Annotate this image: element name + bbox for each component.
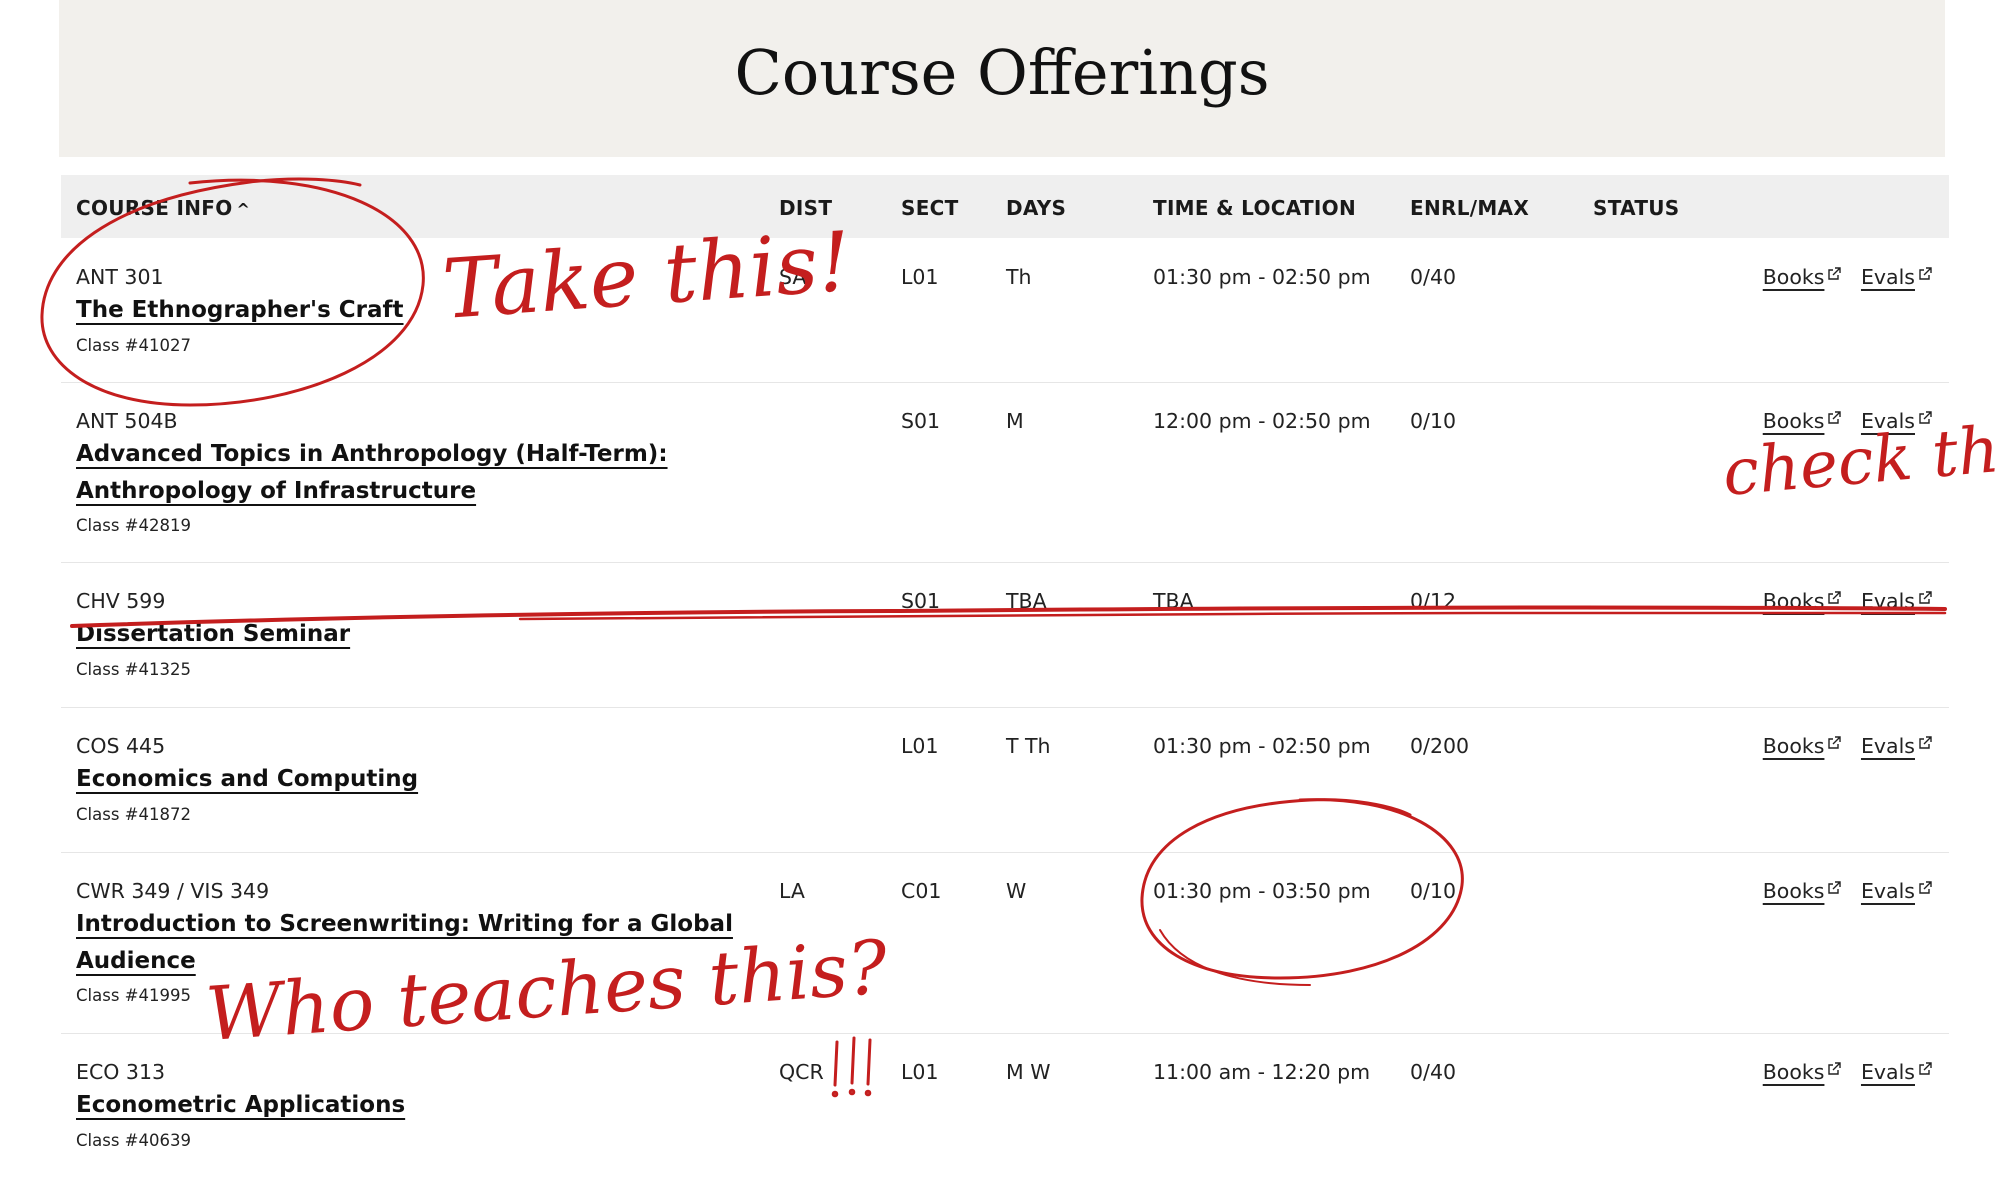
course-title-link[interactable]: Dissertation Seminar (76, 616, 756, 653)
course-code: COS 445 (76, 734, 166, 758)
table-row: CHV 599 Dissertation Seminar Class #4132… (61, 562, 1949, 708)
dist-cell: SA (779, 265, 807, 289)
course-code: ANT 301 (76, 265, 164, 289)
enrl-cell: 0/12 (1410, 589, 1457, 613)
days-cell: TBA (1006, 589, 1047, 613)
sect-cell: L01 (901, 734, 939, 758)
evals-link[interactable]: Evals (1861, 1060, 1933, 1084)
row-links: Books Evals (1751, 409, 1933, 433)
course-code: CHV 599 (76, 589, 166, 613)
table-row: COS 445 Economics and Computing Class #4… (61, 707, 1949, 853)
external-link-icon (1828, 1062, 1842, 1075)
books-link[interactable]: Books (1763, 409, 1843, 433)
sect-cell: S01 (901, 409, 941, 433)
class-number: Class #41995 (76, 986, 191, 1005)
row-links: Books Evals (1751, 589, 1933, 613)
evals-link[interactable]: Evals (1861, 589, 1933, 613)
course-code: ECO 313 (76, 1060, 166, 1084)
external-link-icon (1919, 411, 1932, 424)
books-link[interactable]: Books (1763, 1060, 1843, 1084)
external-link-icon (1828, 881, 1842, 894)
course-title-link[interactable]: Introduction to Screenwriting: Writing f… (76, 906, 756, 980)
days-cell: W (1006, 879, 1027, 903)
row-links: Books Evals (1751, 734, 1933, 758)
row-links: Books Evals (1751, 265, 1933, 289)
time-cell: 01:30 pm - 02:50 pm (1153, 734, 1371, 758)
evals-link[interactable]: Evals (1861, 409, 1933, 433)
column-header-days[interactable]: DAYS (1006, 196, 1066, 220)
table-row: ECO 313 Econometric Applications Class #… (61, 1033, 1949, 1179)
enrl-cell: 0/10 (1410, 409, 1457, 433)
books-link[interactable]: Books (1763, 734, 1843, 758)
external-link-icon (1828, 411, 1842, 424)
column-header-course-info[interactable]: COURSE INFO ^ (76, 196, 250, 220)
external-link-icon (1919, 1062, 1932, 1075)
enrl-cell: 0/10 (1410, 879, 1457, 903)
page-header-banner: Course Offerings (59, 0, 1945, 157)
class-number: Class #41027 (76, 336, 191, 355)
course-code: ANT 504B (76, 409, 178, 433)
class-number: Class #42819 (76, 516, 191, 535)
row-links: Books Evals (1751, 1060, 1933, 1084)
external-link-icon (1919, 736, 1932, 749)
external-link-icon (1828, 267, 1842, 280)
class-number: Class #41872 (76, 805, 191, 824)
page-title: Course Offerings (734, 36, 1270, 109)
days-cell: M W (1006, 1060, 1051, 1084)
table-row: CWR 349 / VIS 349 Introduction to Screen… (61, 852, 1949, 1034)
course-title-link[interactable]: Economics and Computing (76, 761, 756, 798)
dist-cell: QCR (779, 1060, 824, 1084)
time-cell: 01:30 pm - 02:50 pm (1153, 265, 1371, 289)
books-link[interactable]: Books (1763, 879, 1843, 903)
class-number: Class #41325 (76, 660, 191, 679)
days-cell: M (1006, 409, 1024, 433)
row-links: Books Evals (1751, 879, 1933, 903)
external-link-icon (1828, 736, 1842, 749)
column-header-enrl-max[interactable]: ENRL/MAX (1410, 196, 1529, 220)
days-cell: T Th (1006, 734, 1051, 758)
sect-cell: S01 (901, 589, 941, 613)
course-title-link[interactable]: Econometric Applications (76, 1087, 756, 1124)
enrl-cell: 0/40 (1410, 1060, 1457, 1084)
books-link[interactable]: Books (1763, 589, 1843, 613)
column-header-time-location[interactable]: TIME & LOCATION (1153, 196, 1356, 220)
evals-link[interactable]: Evals (1861, 265, 1933, 289)
table-row: ANT 301 The Ethnographer's Craft Class #… (61, 238, 1949, 383)
table-header: COURSE INFO ^ DIST SECT DAYS TIME & LOCAT… (61, 175, 1949, 238)
course-code: CWR 349 / VIS 349 (76, 879, 270, 903)
evals-link[interactable]: Evals (1861, 879, 1933, 903)
table-row: ANT 504B Advanced Topics in Anthropology… (61, 382, 1949, 563)
sect-cell: L01 (901, 1060, 939, 1084)
sect-cell: L01 (901, 265, 939, 289)
column-header-sect[interactable]: SECT (901, 196, 959, 220)
days-cell: Th (1006, 265, 1032, 289)
dist-cell: LA (779, 879, 805, 903)
column-header-status[interactable]: STATUS (1593, 196, 1680, 220)
time-cell: TBA (1153, 589, 1194, 613)
column-header-dist[interactable]: DIST (779, 196, 832, 220)
enrl-cell: 0/40 (1410, 265, 1457, 289)
enrl-cell: 0/200 (1410, 734, 1470, 758)
evals-link[interactable]: Evals (1861, 734, 1933, 758)
course-title-link[interactable]: Advanced Topics in Anthropology (Half-Te… (76, 436, 756, 510)
external-link-icon (1828, 591, 1842, 604)
external-link-icon (1919, 881, 1932, 894)
books-link[interactable]: Books (1763, 265, 1843, 289)
time-cell: 11:00 am - 12:20 pm (1153, 1060, 1371, 1084)
time-cell: 12:00 pm - 02:50 pm (1153, 409, 1371, 433)
course-title-link[interactable]: The Ethnographer's Craft (76, 292, 756, 329)
time-cell: 01:30 pm - 03:50 pm (1153, 879, 1371, 903)
external-link-icon (1919, 267, 1932, 280)
class-number: Class #40639 (76, 1131, 191, 1150)
sect-cell: C01 (901, 879, 942, 903)
external-link-icon (1919, 591, 1932, 604)
sort-ascending-icon[interactable]: ^ (237, 200, 251, 219)
